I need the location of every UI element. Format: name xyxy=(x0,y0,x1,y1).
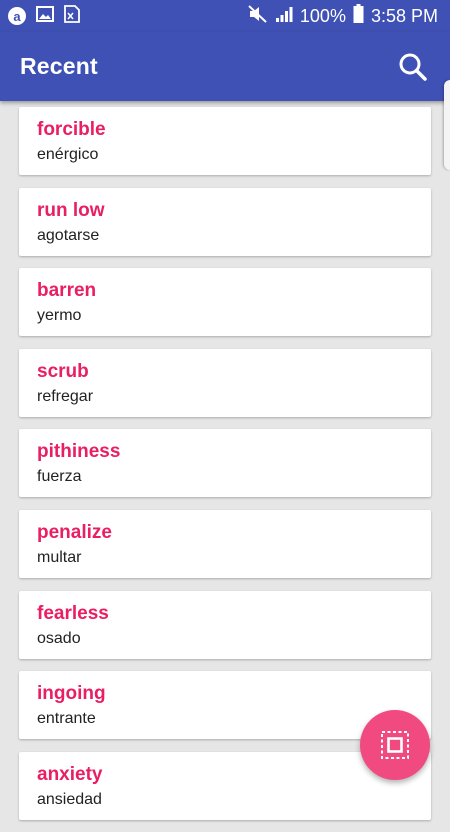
translation: yermo xyxy=(37,307,82,325)
term: scrub xyxy=(37,360,89,382)
select-frame-icon xyxy=(381,731,409,759)
status-bar: a 100% 3:58 PM xyxy=(0,0,450,32)
term: ingoing xyxy=(37,683,106,705)
clock: 3:58 PM xyxy=(370,5,438,26)
term: barren xyxy=(37,280,97,302)
search-icon xyxy=(399,53,427,81)
status-right: 100% 3:58 PM xyxy=(248,4,438,28)
term: forcible xyxy=(37,119,106,140)
image-icon xyxy=(36,5,54,27)
translation: fuerza xyxy=(37,468,82,486)
mute-icon xyxy=(248,4,268,28)
term: anxiety xyxy=(37,763,103,785)
term: fearless xyxy=(37,602,109,624)
translation: enérgico xyxy=(37,146,99,163)
list-item[interactable]: run low agotarse xyxy=(19,187,431,256)
sim-card-icon xyxy=(64,4,80,28)
term: penalize xyxy=(37,521,112,543)
page-title: Recent xyxy=(20,53,98,79)
translation: osado xyxy=(37,629,81,647)
list-item[interactable]: pithiness fuerza xyxy=(19,429,431,498)
battery-percent: 100% xyxy=(299,5,346,26)
search-button[interactable] xyxy=(396,50,430,84)
app-bar: Recent xyxy=(0,32,450,101)
translation: agotarse xyxy=(37,226,100,244)
list-item[interactable]: penalize multar xyxy=(19,509,431,578)
status-left-icons: a xyxy=(8,4,80,28)
list-item[interactable]: forcible enérgico xyxy=(19,107,431,175)
translation: multar xyxy=(37,548,82,566)
app-a-icon: a xyxy=(8,7,26,25)
term: pithiness xyxy=(37,441,121,463)
signal-icon xyxy=(275,6,293,27)
edge-panel-handle[interactable] xyxy=(444,80,450,170)
translation: refregar xyxy=(37,387,94,405)
term: run low xyxy=(37,199,105,221)
list-item[interactable]: barren yermo xyxy=(19,268,431,337)
floating-action-button[interactable] xyxy=(360,710,430,780)
list-item[interactable]: fearless osado xyxy=(19,590,431,659)
list-item[interactable]: scrub refregar xyxy=(19,348,431,417)
translation: entrante xyxy=(37,710,96,728)
battery-icon xyxy=(353,4,364,28)
